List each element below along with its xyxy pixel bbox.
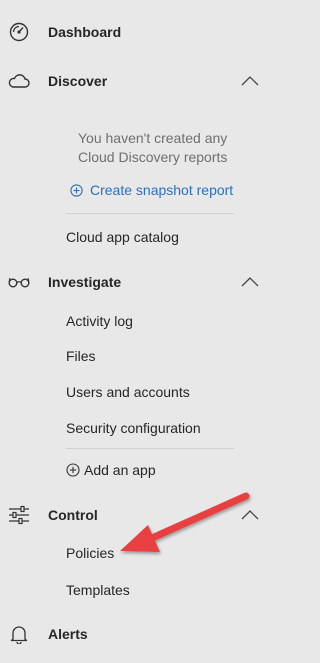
nav-item-templates[interactable]: Templates — [66, 579, 130, 601]
sliders-icon — [8, 504, 30, 526]
discover-divider — [66, 213, 234, 214]
plus-circle-icon — [70, 183, 83, 197]
chevron-up-icon[interactable] — [240, 275, 260, 289]
discover-empty-line-2: Cloud Discovery reports — [78, 149, 228, 165]
nav-alerts-label: Alerts — [48, 626, 88, 642]
nav-item-users-and-accounts[interactable]: Users and accounts — [66, 381, 190, 403]
speedometer-icon — [8, 21, 30, 43]
annotation-arrow-icon — [120, 492, 250, 552]
cloud-icon — [8, 70, 30, 92]
chevron-up-icon[interactable] — [240, 508, 260, 522]
nav-control-label: Control — [48, 507, 98, 523]
nav-alerts[interactable]: Alerts — [0, 616, 267, 652]
nav-item-files[interactable]: Files — [66, 345, 96, 367]
add-an-app-button[interactable]: Add an app — [66, 459, 156, 481]
nav-item-activity-log[interactable]: Activity log — [66, 310, 133, 332]
chevron-up-icon[interactable] — [240, 74, 260, 88]
nav-discover-label: Discover — [48, 73, 108, 89]
investigate-divider — [66, 448, 234, 449]
nav-item-policies[interactable]: Policies — [66, 542, 114, 564]
nav-item-security-configuration[interactable]: Security configuration — [66, 417, 201, 439]
nav-item-cloud-app-catalog[interactable]: Cloud app catalog — [66, 226, 179, 248]
plus-circle-icon — [66, 463, 80, 477]
nav-discover[interactable]: Discover — [0, 63, 267, 99]
nav-investigate[interactable]: Investigate — [0, 264, 267, 300]
side-navigation: Dashboard Discover You haven't created a… — [0, 0, 267, 663]
create-snapshot-report-label: Create snapshot report — [90, 182, 234, 198]
discover-empty-line-1: You haven't created any — [78, 130, 228, 146]
nav-investigate-label: Investigate — [48, 274, 122, 290]
bell-icon — [8, 623, 30, 645]
nav-dashboard-label: Dashboard — [48, 24, 122, 40]
discover-empty-message: You haven't created any Cloud Discovery … — [78, 129, 238, 167]
add-an-app-label: Add an app — [84, 462, 156, 478]
create-snapshot-report-link[interactable]: Create snapshot report — [70, 180, 233, 200]
glasses-icon — [8, 271, 30, 293]
nav-dashboard[interactable]: Dashboard — [0, 14, 267, 50]
nav-control[interactable]: Control — [0, 497, 267, 533]
